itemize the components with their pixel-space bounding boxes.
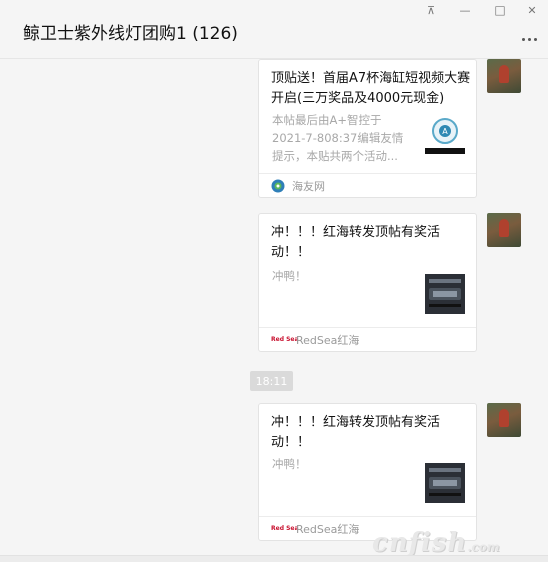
card-description: 本帖最后由A+智控于2021-7-808:37编辑友情提示，本贴共两个活动... xyxy=(272,113,404,163)
card-source-name: RedSea红海 xyxy=(296,522,360,536)
redsea-logo-icon: Red Sea xyxy=(271,336,299,343)
card-title: 顶贴送！首届A7杯海缸短视频大赛开启(三万奖品及4000元现金) xyxy=(271,71,471,106)
close-button[interactable]: ✕ xyxy=(522,2,542,18)
title-bar: 鲸卫士紫外线灯团购1 (126) ⊼ — □ ✕ xyxy=(0,0,548,59)
card-description: 冲鸭！ xyxy=(272,457,307,471)
card-title: 冲！！！红海转发顶帖有奖活动！！ xyxy=(271,415,441,450)
message-timestamp: 18:11 xyxy=(250,371,293,391)
svg-text:A: A xyxy=(442,127,448,136)
contest-poster-icon: A xyxy=(425,114,465,154)
pin-icon[interactable]: ⊼ xyxy=(421,2,441,18)
maximize-button[interactable]: □ xyxy=(490,2,510,18)
card-source: Red Sea RedSea红海 xyxy=(259,327,476,351)
input-area-edge xyxy=(0,555,548,562)
card-description: 冲鸭！ xyxy=(272,269,307,283)
more-options-icon[interactable] xyxy=(522,38,537,41)
link-card-message[interactable]: 冲！！！红海转发顶帖有奖活动！！ 冲鸭！ Red Sea RedSea红海 xyxy=(258,213,477,352)
avatar[interactable] xyxy=(487,59,521,93)
card-title: 冲！！！红海转发顶帖有奖活动！！ xyxy=(271,225,441,260)
aquarium-product-icon xyxy=(425,463,465,503)
minimize-button[interactable]: — xyxy=(455,2,475,18)
aquarium-product-icon xyxy=(425,274,465,314)
card-source: 海友网 xyxy=(259,173,476,197)
card-source-name: 海友网 xyxy=(292,179,325,193)
chat-title: 鲸卫士紫外线灯团购1 (126) xyxy=(23,24,238,44)
haiyou-logo-icon xyxy=(271,179,285,192)
link-card-message[interactable]: 冲！！！红海转发顶帖有奖活动！！ 冲鸭！ Red Sea RedSea红海 xyxy=(258,403,477,541)
avatar[interactable] xyxy=(487,213,521,247)
redsea-logo-icon: Red Sea xyxy=(271,525,299,532)
link-card-message[interactable]: 顶贴送！首届A7杯海缸短视频大赛开启(三万奖品及4000元现金) 本帖最后由A+… xyxy=(258,59,477,198)
avatar[interactable] xyxy=(487,403,521,437)
site-watermark: cnfish.com xyxy=(372,528,500,558)
card-source-name: RedSea红海 xyxy=(296,333,360,347)
